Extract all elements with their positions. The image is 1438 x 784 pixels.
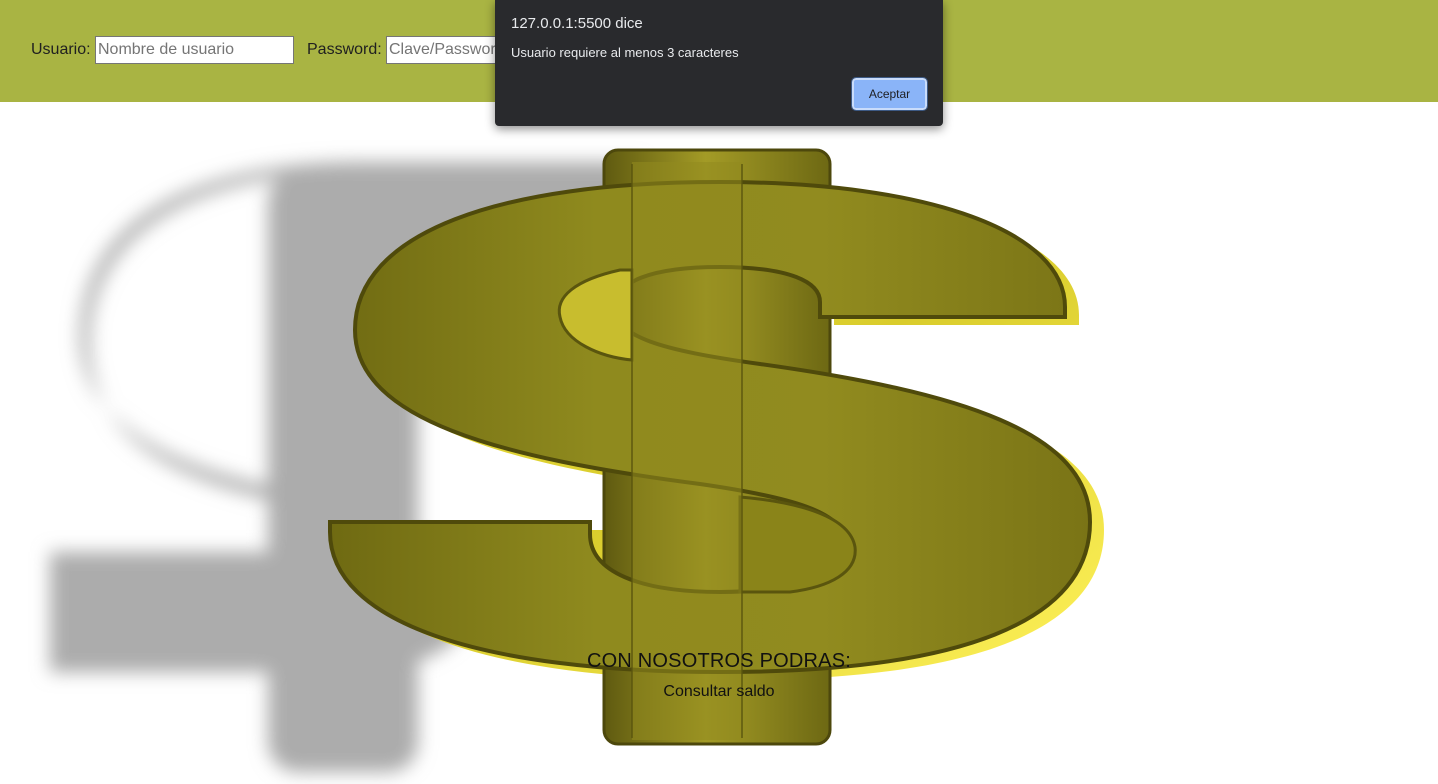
- user-label: Usuario:: [31, 41, 91, 58]
- hero-image: [0, 102, 1438, 784]
- alert-ok-button[interactable]: Aceptar: [851, 77, 928, 111]
- user-input[interactable]: [95, 36, 294, 64]
- password-label: Password:: [307, 41, 382, 58]
- alert-origin: 127.0.0.1:5500 dice: [511, 15, 643, 32]
- gold-dollar-sign-icon: [50, 148, 1104, 772]
- promo-item-balance: Consultar saldo: [663, 683, 775, 700]
- promo-title: CON NOSOTROS PODRAS:: [586, 650, 852, 672]
- alert-dialog: 127.0.0.1:5500 dice Usuario requiere al …: [495, 0, 943, 126]
- alert-message: Usuario requiere al menos 3 caracteres: [511, 45, 739, 60]
